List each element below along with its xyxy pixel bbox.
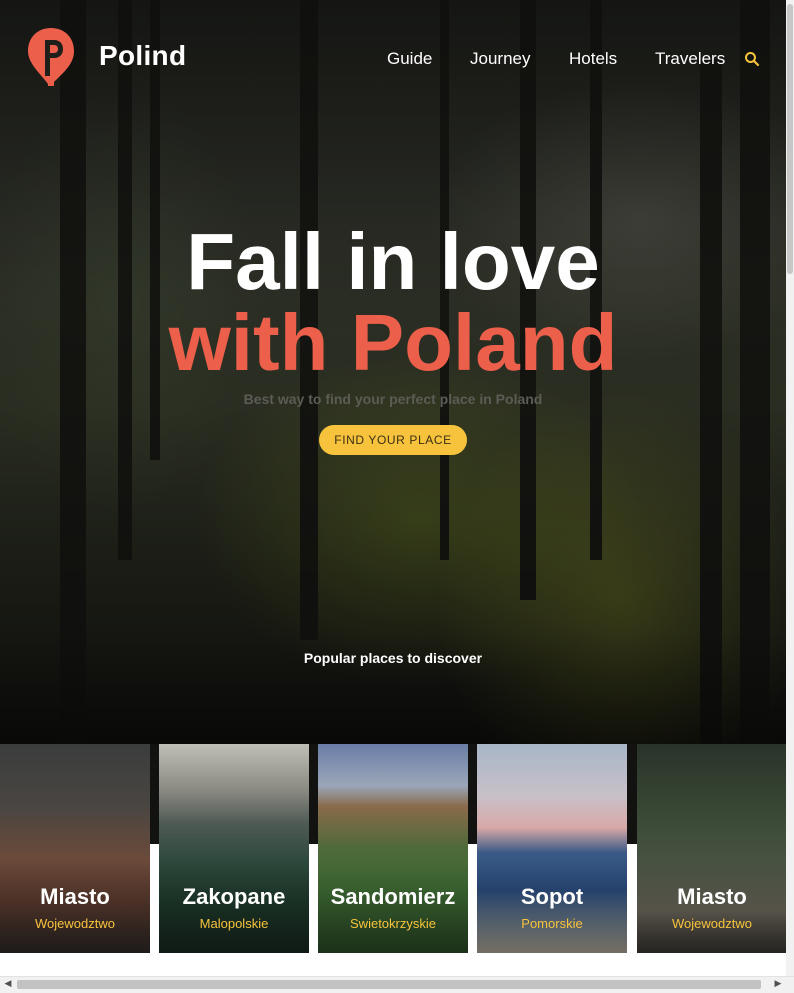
hero-title-line1: Fall in love — [186, 217, 600, 306]
place-card-region: Pomorskie — [521, 916, 583, 931]
main-nav: Guide Journey Hotels Travelers — [0, 49, 786, 73]
hero-subtitle: Best way to find your perfect place in P… — [243, 391, 543, 407]
place-card[interactable]: Zakopane Malopolskie — [159, 744, 309, 953]
place-card-title: Miasto — [40, 884, 110, 909]
place-card[interactable]: Sopot Pomorskie — [477, 744, 627, 953]
place-card[interactable]: Miasto Wojewodztwo — [637, 744, 786, 953]
place-card[interactable]: Sandomierz Swietokrzyskie — [318, 744, 468, 953]
nav-item-hotels[interactable]: Hotels — [569, 49, 617, 69]
popular-places-cards: Miasto Wojewodztwo Zakopane Malopolskie … — [0, 744, 786, 953]
find-your-place-button[interactable]: FIND YOUR PLACE — [319, 425, 467, 455]
place-card-region: Swietokrzyskie — [350, 916, 436, 931]
place-card-title: Zakopane — [182, 884, 286, 909]
place-card-region: Malopolskie — [199, 916, 269, 931]
place-card-region: Wojewodztwo — [672, 916, 752, 931]
place-card-title: Sopot — [520, 884, 584, 909]
vertical-scrollbar-thumb[interactable] — [787, 4, 793, 274]
hero-title-line2: with Poland — [168, 298, 618, 387]
nav-item-journey[interactable]: Journey — [470, 49, 530, 69]
scroll-right-arrow-icon[interactable]: ▶ — [773, 978, 783, 990]
place-card-region: Wojewodztwo — [35, 916, 115, 931]
nav-item-guide[interactable]: Guide — [387, 49, 432, 69]
nav-item-travelers[interactable]: Travelers — [655, 49, 725, 69]
hero-section: Polind Guide Journey Hotels Travelers Fa… — [0, 0, 786, 744]
place-card[interactable]: Miasto Wojewodztwo — [0, 744, 150, 953]
place-card-title: Sandomierz — [330, 884, 456, 909]
place-card-title: Miasto — [677, 884, 747, 909]
popular-places-heading: Popular places to discover — [303, 650, 483, 666]
search-icon[interactable] — [744, 51, 760, 67]
scroll-left-arrow-icon[interactable]: ◀ — [3, 978, 13, 990]
horizontal-scrollbar-thumb[interactable] — [17, 980, 761, 989]
